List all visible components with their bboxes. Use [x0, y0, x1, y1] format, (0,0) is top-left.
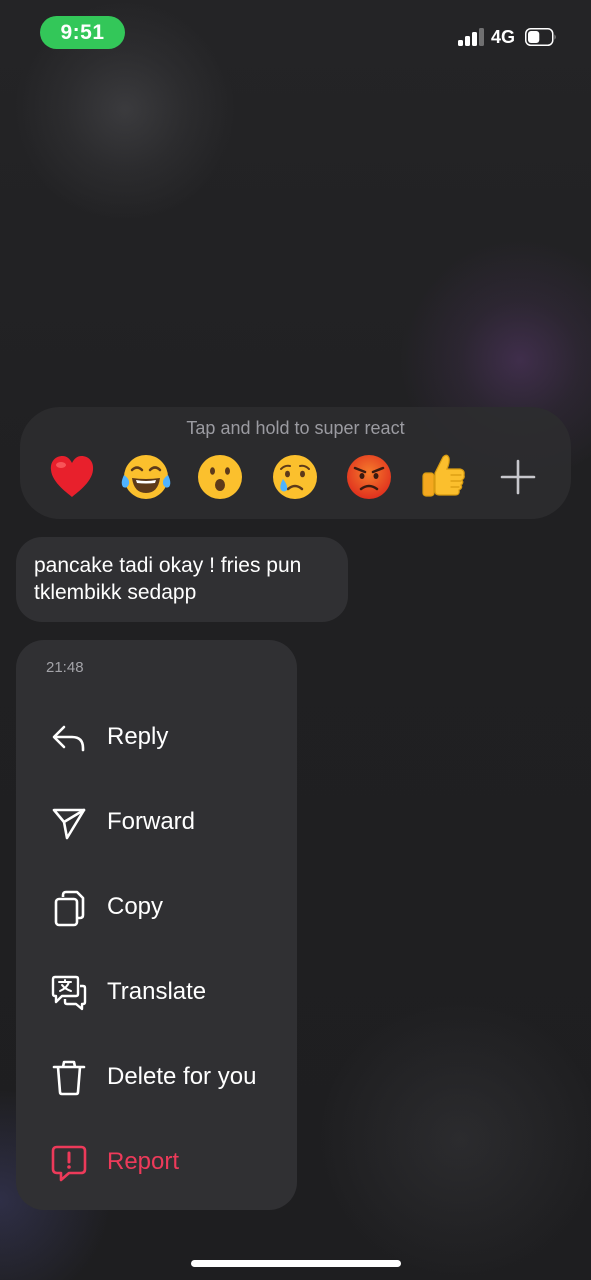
network-type: 4G [491, 27, 516, 47]
menu-item-delete[interactable]: Delete for you [16, 1041, 297, 1113]
plus-icon [500, 459, 536, 495]
menu-item-translate[interactable]: Translate [16, 956, 297, 1028]
home-indicator[interactable] [191, 1260, 401, 1267]
status-bar: 9:51 4G [0, 0, 591, 70]
more-reactions-button[interactable] [490, 449, 546, 505]
cellular-signal-icon [458, 28, 486, 46]
reaction-red-heart[interactable] [44, 449, 100, 505]
menu-item-reply[interactable]: Reply [16, 701, 297, 773]
menu-label-delete: Delete for you [107, 1063, 257, 1090]
menu-label-forward: Forward [107, 808, 196, 835]
menu-item-forward[interactable]: Forward [16, 786, 297, 858]
reaction-crying-face[interactable] [267, 449, 323, 505]
menu-label-translate: Translate [107, 978, 207, 1005]
reaction-thumbs-up[interactable] [415, 449, 471, 505]
message-bubble[interactable]: pancake tadi okay ! fries pun tklembikk … [16, 537, 348, 622]
copy-icon [54, 890, 85, 927]
thumbs-up-icon [422, 454, 465, 497]
reaction-face-with-tears-of-joy[interactable] [118, 449, 174, 505]
menu-label-report: Report [107, 1148, 180, 1175]
signal-bar [465, 36, 470, 46]
report-icon [51, 1145, 87, 1182]
menu-item-report[interactable]: Report [16, 1126, 297, 1198]
message-timestamp: 21:48 [46, 659, 84, 676]
battery-icon [525, 28, 556, 46]
menu-label-reply: Reply [107, 723, 169, 750]
menu-item-copy[interactable]: Copy [16, 871, 297, 943]
trash-icon [52, 1060, 86, 1096]
send-icon [52, 808, 86, 840]
signal-bar [472, 32, 477, 46]
reaction-bar: Tap and hold to super react [20, 407, 571, 519]
super-react-hint: Tap and hold to super react [186, 418, 405, 438]
face-with-open-mouth-icon [198, 455, 242, 499]
message-context-menu: 21:48 Reply Forward Copy Translate Delet… [16, 640, 297, 1210]
translate-icon [51, 975, 87, 1011]
crying-face-icon [273, 455, 317, 499]
red-heart-icon [50, 456, 94, 497]
reaction-face-with-open-mouth[interactable] [192, 449, 248, 505]
signal-bar [458, 40, 463, 46]
reaction-angry-face[interactable] [341, 449, 397, 505]
reply-icon [52, 725, 85, 752]
menu-label-copy: Copy [107, 893, 164, 920]
angry-face-icon [347, 455, 391, 499]
message-text: pancake tadi okay ! fries pun tklembikk … [34, 554, 302, 604]
signal-bar [479, 28, 484, 46]
reaction-row [20, 447, 571, 507]
face-with-tears-of-joy-icon [121, 455, 171, 499]
status-time[interactable]: 9:51 [40, 16, 125, 49]
